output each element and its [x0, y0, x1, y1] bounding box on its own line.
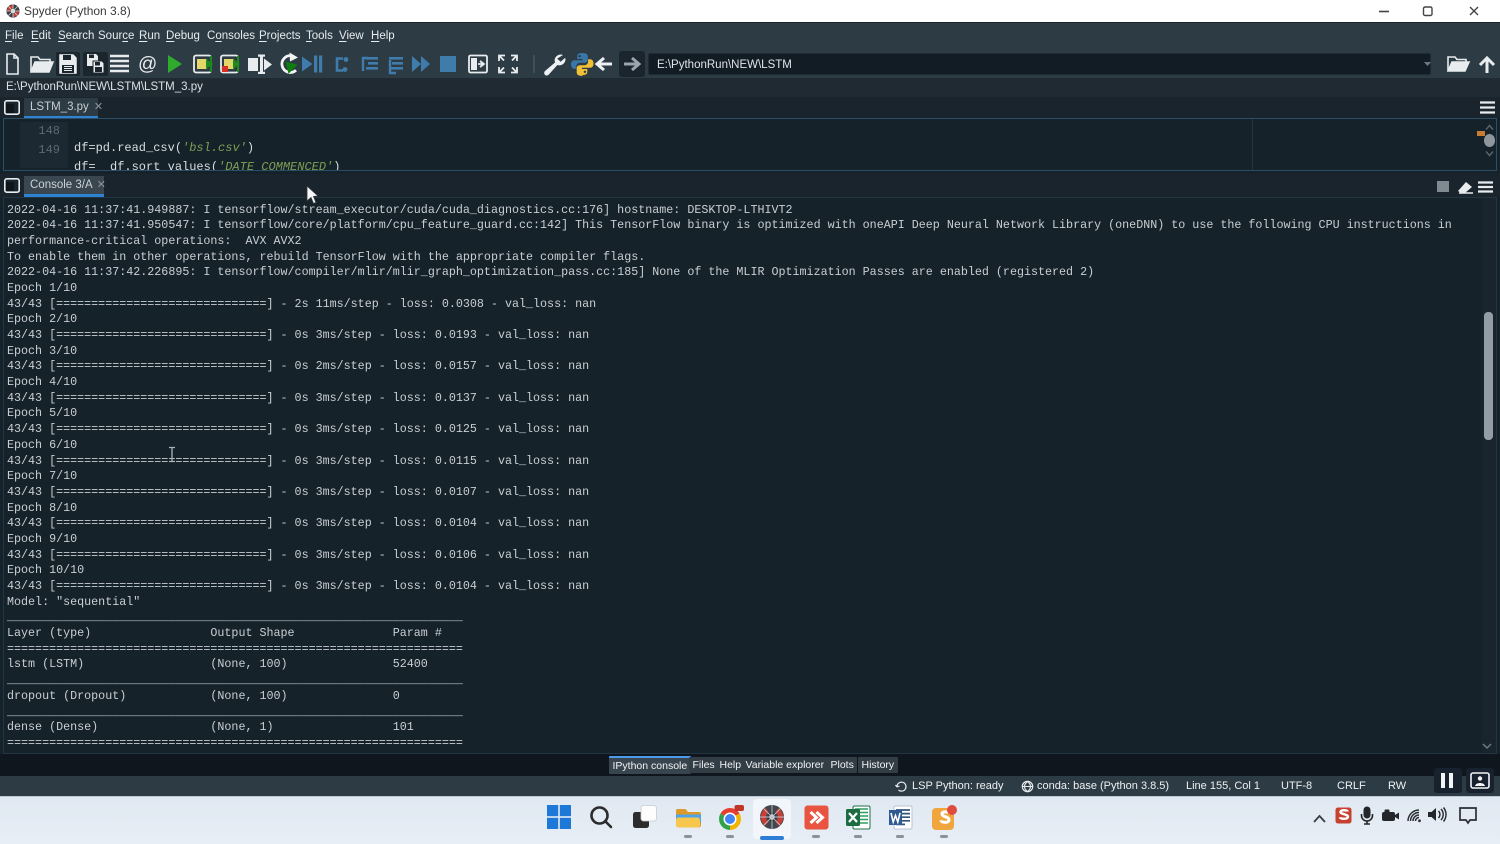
- svg-text:E:\PythonRun\NEW\LSTM: E:\PythonRun\NEW\LSTM: [657, 59, 792, 71]
- svg-text:@: @: [138, 54, 157, 75]
